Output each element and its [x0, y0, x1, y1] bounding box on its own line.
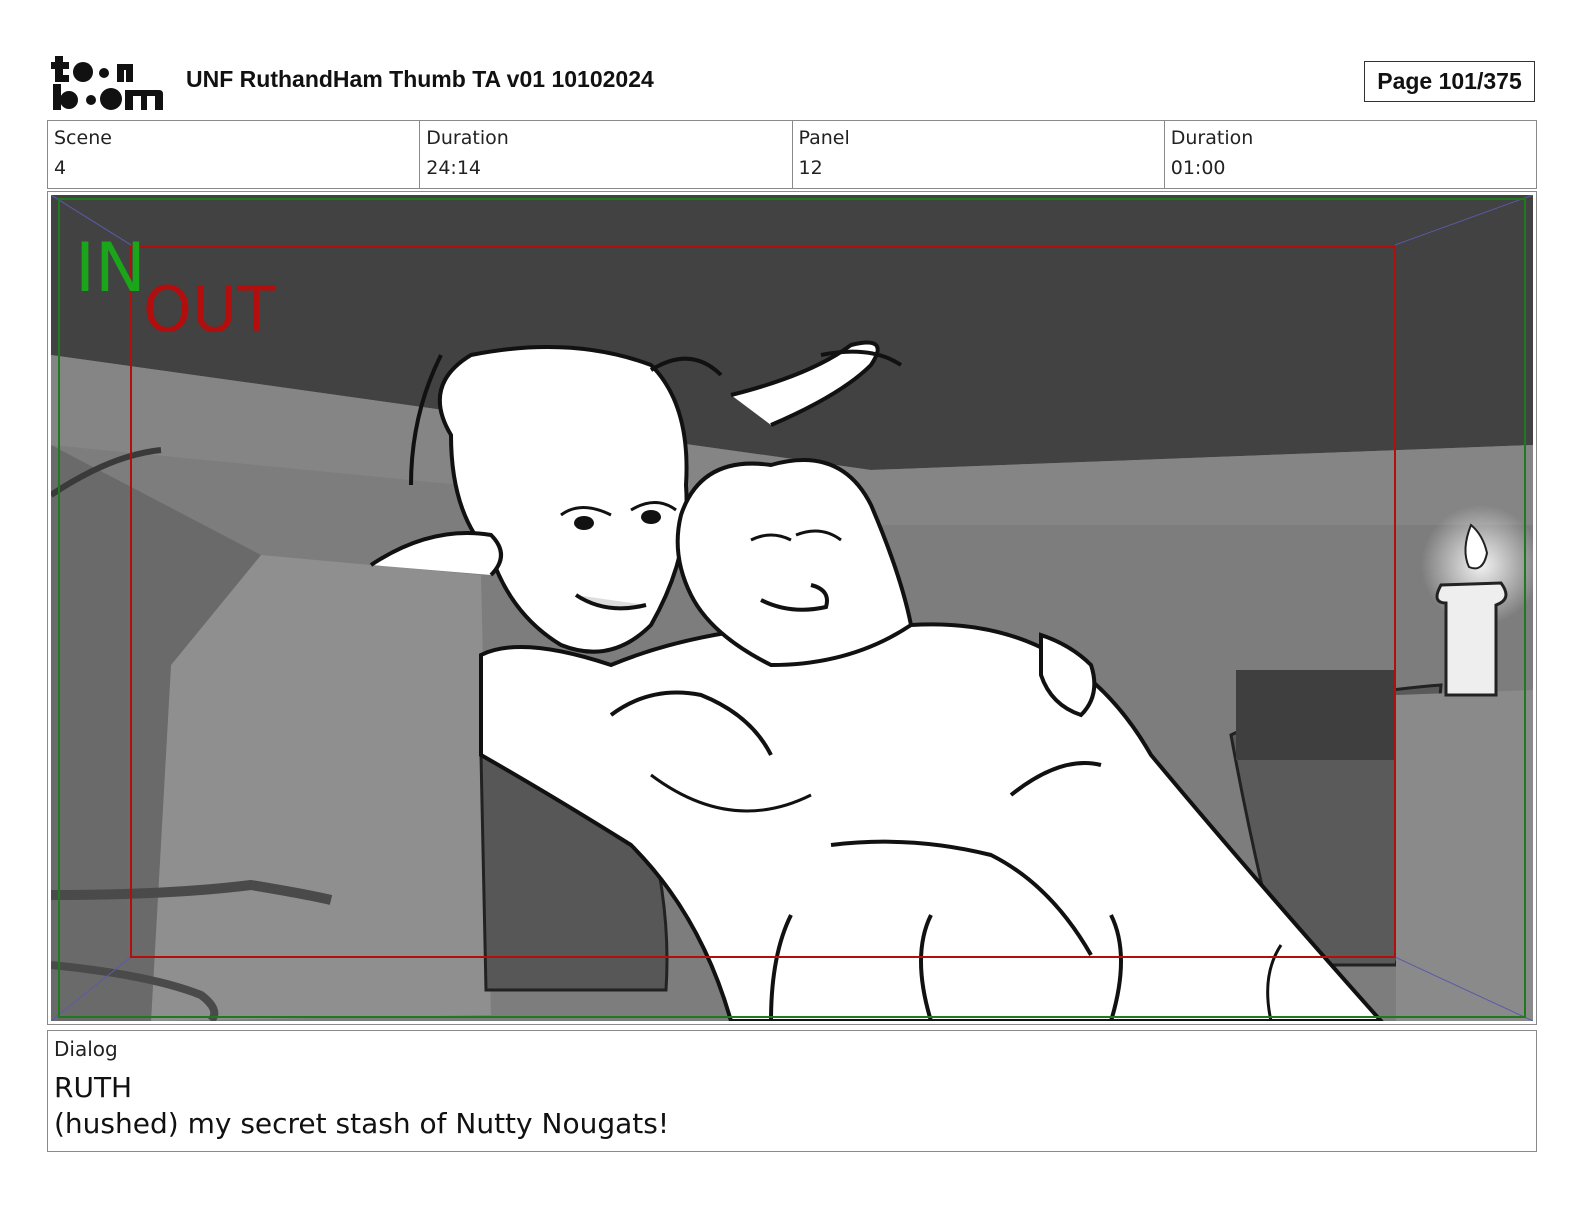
document-title: UNF RuthandHam Thumb TA v01 10102024 — [186, 66, 654, 92]
out-marker: OUT — [143, 273, 276, 346]
scene-info-bar: Scene 4 Duration 24:14 Panel 12 Duration… — [47, 120, 1537, 189]
scene-duration-value: 24:14 — [426, 157, 482, 179]
candle — [1435, 581, 1508, 697]
panel-duration-label: Duration — [1170, 127, 1254, 149]
panel-duration-cell: Duration 01:00 — [1165, 121, 1536, 188]
dialog-speaker: RUTH — [54, 1071, 133, 1104]
scene-duration-cell: Duration 24:14 — [420, 121, 793, 188]
scene-duration-label: Duration — [426, 127, 509, 149]
in-marker: IN — [75, 229, 146, 308]
page-indicator: Page 101/375 — [1364, 61, 1535, 102]
panel-cell: Panel 12 — [793, 121, 1165, 188]
scene-label: Scene — [54, 127, 112, 149]
dialog-line: (hushed) my secret stash of Nutty Nougat… — [54, 1107, 670, 1140]
storyboard-panel: IN OUT — [47, 191, 1537, 1025]
dialog-box: Dialog RUTH (hushed) my secret stash of … — [47, 1030, 1537, 1152]
panel-value: 12 — [798, 157, 823, 179]
scene-cell: Scene 4 — [48, 121, 421, 188]
panel-label: Panel — [798, 127, 850, 149]
scene-value: 4 — [54, 157, 67, 179]
panel-duration-value: 01:00 — [1170, 157, 1226, 179]
toon-boom-logo — [51, 56, 163, 110]
dialog-label: Dialog — [54, 1037, 118, 1061]
panel-drawing: IN OUT — [51, 195, 1533, 1021]
